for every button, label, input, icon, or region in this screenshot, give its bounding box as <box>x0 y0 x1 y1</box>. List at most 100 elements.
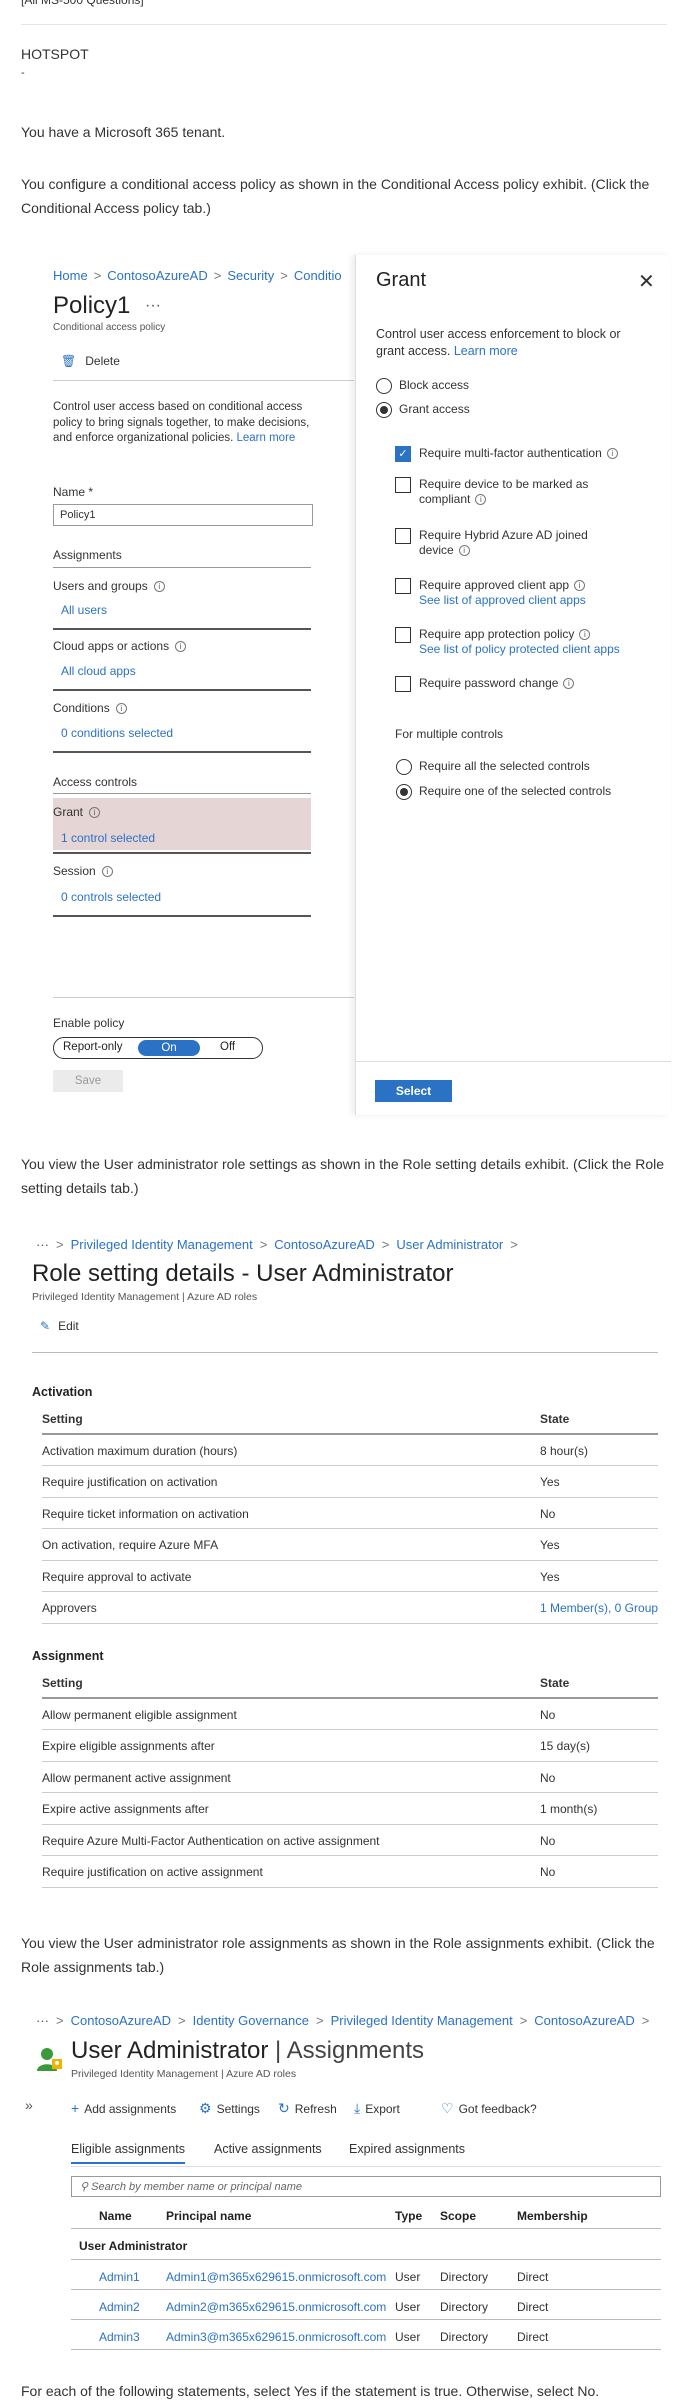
divider <box>53 628 311 630</box>
breadcrumb-identity-governance[interactable]: Identity Governance <box>193 2013 309 2028</box>
breadcrumb-pim[interactable]: Privileged Identity Management <box>71 1237 253 1252</box>
principal-name-link[interactable]: Admin3@m365x629615.onmicrosoft.com <box>166 2330 386 2344</box>
conditions-value[interactable]: 0 conditions selected <box>61 726 173 740</box>
info-icon[interactable]: i <box>475 494 487 505</box>
protected-apps-link[interactable]: See list of policy protected client apps <box>419 642 660 657</box>
export-button[interactable]: ⤓ Export <box>354 2100 400 2117</box>
close-icon[interactable]: ✕ <box>638 269 655 294</box>
checkbox[interactable] <box>395 578 411 594</box>
toggle-on[interactable]: On <box>138 1040 200 1056</box>
divider <box>21 24 667 25</box>
approved-apps-link[interactable]: See list of approved client apps <box>419 593 645 608</box>
tab-expired[interactable]: Expired assignments <box>349 2142 465 2156</box>
session-value[interactable]: 0 controls selected <box>61 890 161 904</box>
session-label: Session i <box>53 864 113 878</box>
divider <box>53 567 311 568</box>
assignee-name-link[interactable]: Admin1 <box>99 2270 140 2284</box>
question-ra-text: You view the User administrator role ass… <box>21 1935 655 1975</box>
access-controls-label: Access controls <box>53 775 138 789</box>
breadcrumb-contosoazuread[interactable]: ContosoAzureAD <box>107 268 207 283</box>
require-one-radio[interactable]: Require one of the selected controls <box>395 784 611 800</box>
breadcrumb-security[interactable]: Security <box>227 268 274 283</box>
principal-name-link[interactable]: Admin1@m365x629615.onmicrosoft.com <box>166 2270 386 2284</box>
require-compliant-checkbox[interactable]: Require device to be marked as compliant… <box>395 477 605 507</box>
info-icon[interactable]: i <box>579 629 591 640</box>
breadcrumb-contosoazuread[interactable]: ContosoAzureAD <box>274 1237 374 1252</box>
enable-policy-toggle[interactable]: Report-only On Off <box>53 1037 263 1059</box>
toggle-off[interactable]: Off <box>220 1041 235 1053</box>
trash-icon: 🗑 <box>61 354 77 368</box>
info-icon[interactable]: i <box>89 807 101 818</box>
refresh-button[interactable]: ↻ Refresh <box>278 2100 337 2117</box>
divider <box>71 2259 661 2260</box>
add-assignments-button[interactable]: + Add assignments <box>71 2100 176 2116</box>
info-icon[interactable]: i <box>115 703 127 714</box>
search-input[interactable]: ⚲ Search by member name or principal nam… <box>71 2176 661 2197</box>
require-all-radio[interactable]: Require all the selected controls <box>395 759 590 775</box>
select-button[interactable]: Select <box>375 1080 452 1102</box>
tab-active[interactable]: Active assignments <box>214 2142 322 2156</box>
assignments-label: Assignments <box>53 548 122 562</box>
table-row: Require approval to activate Yes <box>42 1561 658 1592</box>
type-cell: User <box>395 2330 421 2344</box>
expand-menu-icon[interactable]: » <box>25 2097 33 2113</box>
assignment-heading: Assignment <box>32 1649 104 1663</box>
divider <box>356 1061 671 1062</box>
name-input[interactable]: Policy1 <box>53 504 313 526</box>
toggle-report-only[interactable]: Report-only <box>63 1041 122 1053</box>
require-approved-app-checkbox[interactable]: Require approved client app i See list of … <box>395 578 645 608</box>
require-mfa-checkbox[interactable]: ✓ Require multi-factor authentication i <box>395 446 645 462</box>
assignee-name-link[interactable]: Admin2 <box>99 2300 140 2314</box>
breadcrumb-conditional-access[interactable]: Conditio <box>294 268 342 283</box>
feedback-button[interactable]: ♡ Got feedback? <box>441 2100 537 2117</box>
checkbox[interactable] <box>395 627 411 643</box>
checkbox[interactable] <box>395 676 411 692</box>
info-icon[interactable]: i <box>153 581 165 592</box>
breadcrumb-more[interactable]: ··· <box>36 2013 49 2028</box>
plus-icon: + <box>71 2100 80 2116</box>
learn-more-link[interactable]: Learn more <box>454 344 518 358</box>
info-icon[interactable]: i <box>574 580 586 591</box>
name-label: Name * <box>53 485 94 499</box>
divider <box>71 2289 661 2290</box>
all-questions-link[interactable]: [All MS-500 Questions] <box>21 0 667 12</box>
checkbox-checked[interactable]: ✓ <box>395 446 411 462</box>
delete-button[interactable]: 🗑 Delete <box>61 354 120 368</box>
breadcrumb-contosoazuread[interactable]: ContosoAzureAD <box>71 2013 171 2028</box>
question-final-text: For each of the following statements, se… <box>21 2383 600 2399</box>
learn-more-link[interactable]: Learn more <box>237 432 296 444</box>
table-row: Activation maximum duration (hours) 8 hou… <box>42 1435 658 1466</box>
users-groups-value[interactable]: All users <box>61 603 107 617</box>
info-icon[interactable]: i <box>606 448 618 459</box>
cloud-apps-value[interactable]: All cloud apps <box>61 664 136 678</box>
breadcrumb-pim[interactable]: Privileged Identity Management <box>331 2013 513 2028</box>
more-menu-icon[interactable]: ··· <box>145 297 161 315</box>
question-rs-text: You view the User administrator role set… <box>21 1156 665 1196</box>
grant-access-radio[interactable]: Grant access <box>375 402 470 418</box>
breadcrumb-home[interactable]: Home <box>53 268 88 283</box>
divider <box>71 2349 661 2350</box>
approvers-link[interactable]: 1 Member(s), 0 Group <box>540 1601 658 1615</box>
divider <box>53 997 354 998</box>
edit-button[interactable]: ✎ Edit <box>40 1319 79 1333</box>
info-icon[interactable]: i <box>458 545 470 556</box>
save-button[interactable]: Save <box>53 1070 123 1092</box>
info-icon[interactable]: i <box>175 641 187 652</box>
require-password-change-checkbox[interactable]: Require password change i <box>395 676 645 692</box>
require-hybrid-joined-checkbox[interactable]: Require Hybrid Azure AD joined device i <box>395 528 615 558</box>
breadcrumb-more[interactable]: ··· <box>36 1237 49 1252</box>
tab-eligible[interactable]: Eligible assignments <box>71 2142 185 2164</box>
breadcrumb-contosoazuread-2[interactable]: ContosoAzureAD <box>534 2013 634 2028</box>
require-app-protection-checkbox[interactable]: Require app protection policy i See list o… <box>395 627 660 657</box>
users-groups-label: Users and groups i <box>53 579 165 593</box>
block-access-radio[interactable]: Block access <box>375 378 469 394</box>
info-icon[interactable]: i <box>563 678 575 689</box>
settings-button[interactable]: ⚙ Settings <box>199 2100 260 2117</box>
assignee-name-link[interactable]: Admin3 <box>99 2330 140 2344</box>
checkbox[interactable] <box>395 528 411 544</box>
info-icon[interactable]: i <box>101 866 113 877</box>
principal-name-link[interactable]: Admin2@m365x629615.onmicrosoft.com <box>166 2300 386 2314</box>
breadcrumb-user-administrator[interactable]: User Administrator <box>396 1237 503 1252</box>
checkbox[interactable] <box>395 477 411 493</box>
grant-value[interactable]: 1 control selected <box>61 831 155 845</box>
